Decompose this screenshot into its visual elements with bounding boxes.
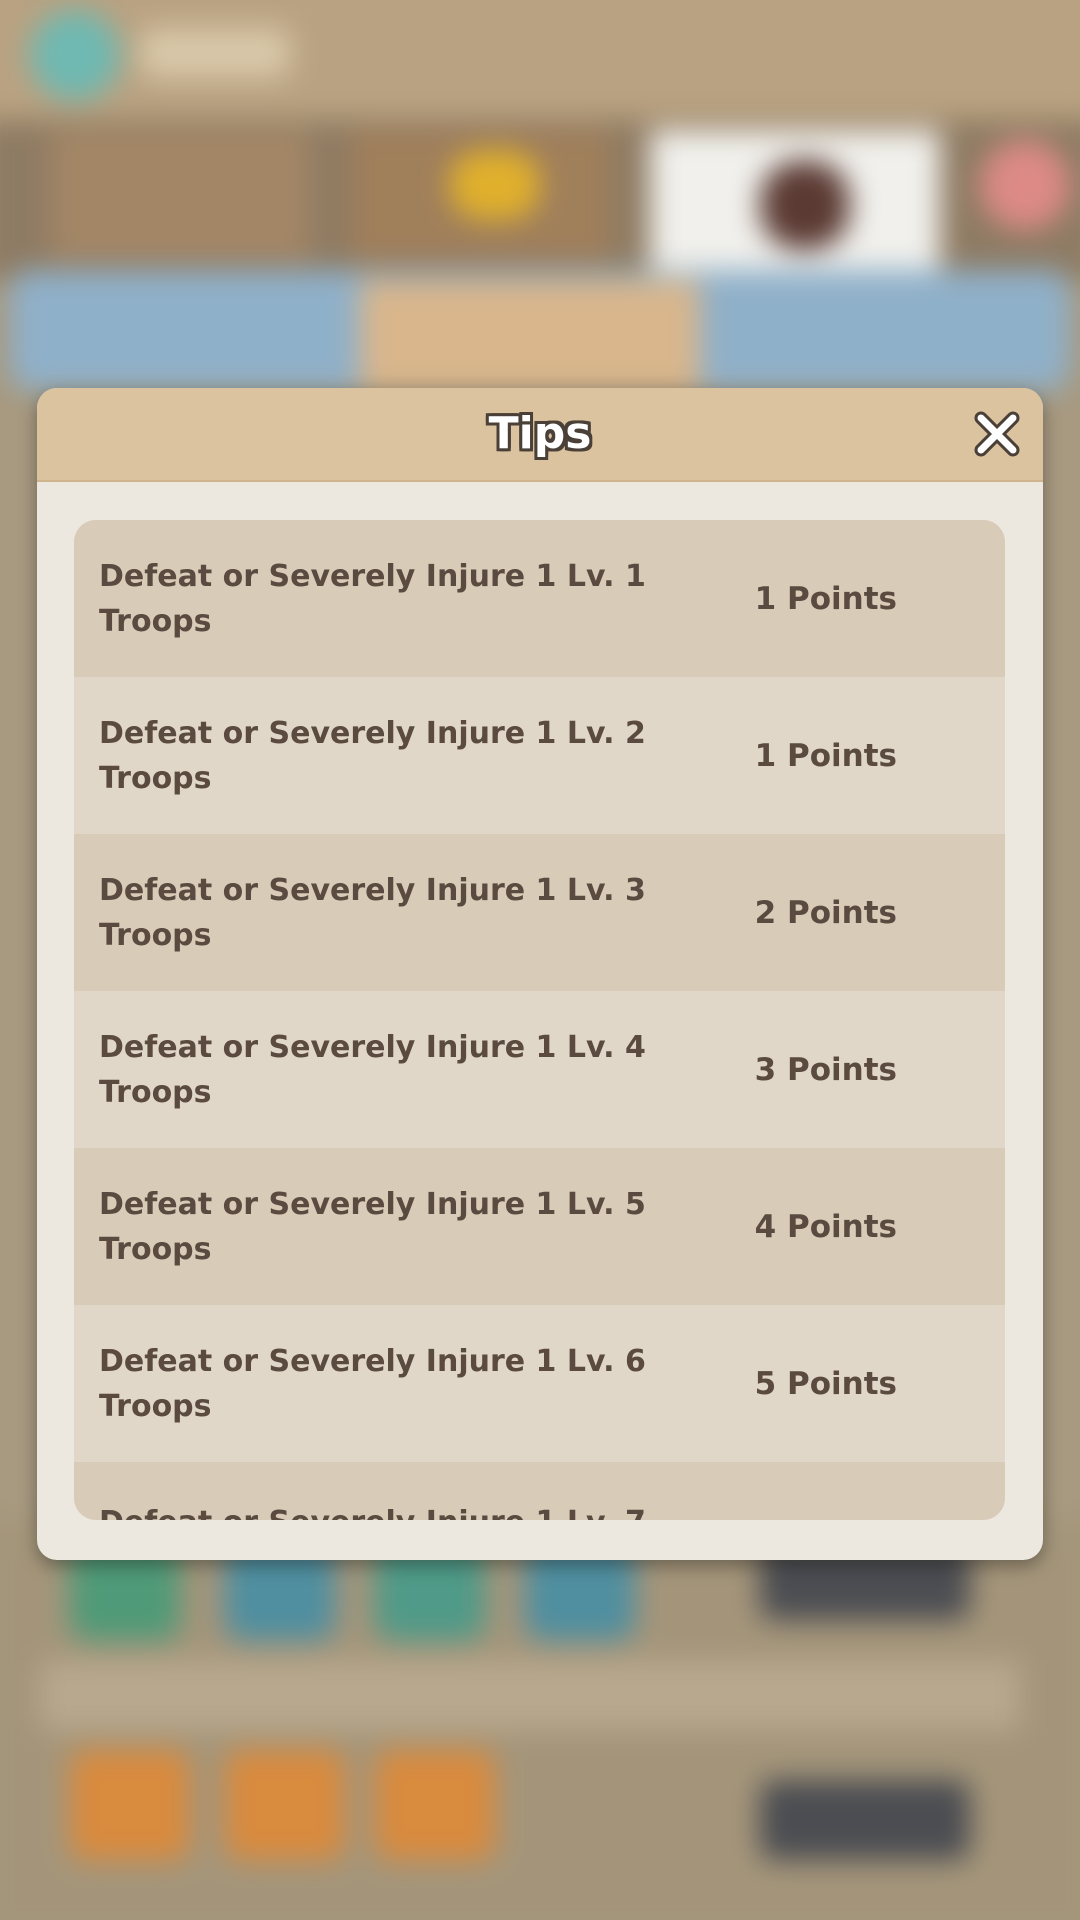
row-description: Defeat or Severely Injure 1 Lv. 4 Troops [99,1029,646,1110]
dialog-header: Tips [37,388,1043,482]
tips-dialog: Tips Defeat or Severely Injure 1 Lv. 1 T… [37,388,1043,1560]
row-description: Defeat or Severely Injure 1 Lv. 6 Troops [99,1343,646,1424]
row-points: 3 Points [754,1051,897,1088]
row-points: 1 Points [754,580,897,617]
points-list[interactable]: Defeat or Severely Injure 1 Lv. 1 Troops… [74,520,1005,1520]
list-item: Defeat or Severely Injure 1 Lv. 7 [74,1462,1005,1520]
row-description: Defeat or Severely Injure 1 Lv. 1 Troops [99,558,646,639]
dialog-title: Tips [488,408,592,459]
list-item: Defeat or Severely Injure 1 Lv. 6 Troops… [74,1305,1005,1462]
row-description: Defeat or Severely Injure 1 Lv. 5 Troops [99,1186,646,1267]
list-item: Defeat or Severely Injure 1 Lv. 4 Troops… [74,991,1005,1148]
row-points: 2 Points [754,894,897,931]
row-description: Defeat or Severely Injure 1 Lv. 3 Troops [99,872,646,953]
list-item: Defeat or Severely Injure 1 Lv. 2 Troops… [74,677,1005,834]
close-button[interactable] [969,406,1025,462]
list-item: Defeat or Severely Injure 1 Lv. 1 Troops… [74,520,1005,677]
row-points: 5 Points [754,1365,897,1402]
row-description: Defeat or Severely Injure 1 Lv. 2 Troops [99,715,646,796]
row-points: 4 Points [754,1208,897,1245]
row-points: 1 Points [754,737,897,774]
list-item: Defeat or Severely Injure 1 Lv. 5 Troops… [74,1148,1005,1305]
row-description: Defeat or Severely Injure 1 Lv. 7 [99,1500,659,1520]
close-icon [974,411,1020,457]
list-item: Defeat or Severely Injure 1 Lv. 3 Troops… [74,834,1005,991]
